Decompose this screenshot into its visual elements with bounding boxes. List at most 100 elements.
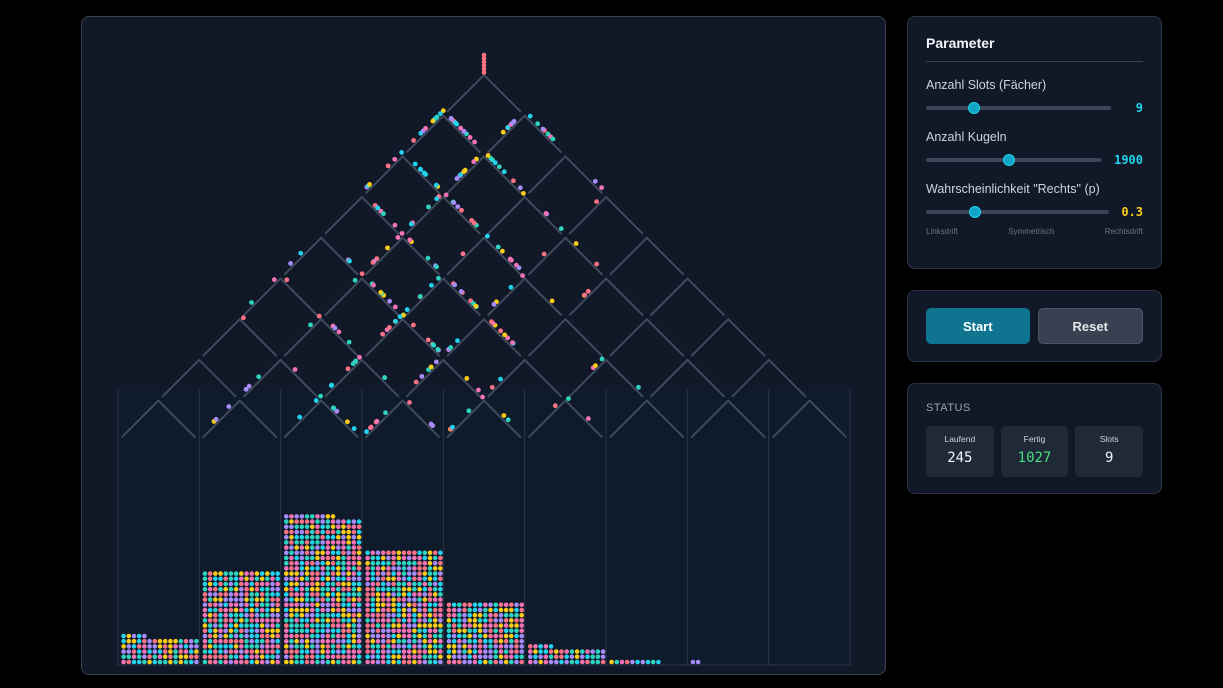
ball	[396, 607, 402, 613]
ball	[417, 628, 422, 634]
ball	[412, 597, 417, 602]
ball	[194, 649, 199, 654]
falling-ball	[433, 182, 439, 188]
ball	[289, 654, 294, 660]
ball	[233, 649, 239, 654]
ball	[249, 628, 255, 634]
ball	[391, 550, 396, 556]
ball	[207, 592, 213, 597]
falling-ball	[371, 282, 376, 288]
ball	[412, 654, 417, 660]
ball	[299, 581, 305, 587]
ball	[422, 607, 428, 613]
ball	[228, 592, 234, 597]
ball	[299, 607, 305, 613]
ball	[624, 659, 630, 665]
falling-ball	[404, 307, 410, 312]
falling-ball	[392, 222, 398, 228]
ball	[202, 592, 208, 597]
falling-ball	[458, 125, 464, 131]
ball	[275, 659, 281, 665]
ball	[283, 540, 289, 545]
ball	[427, 560, 433, 566]
slots-slider-thumb[interactable]	[968, 102, 981, 114]
ball	[330, 566, 336, 571]
ball	[477, 607, 483, 613]
ball	[370, 555, 376, 561]
balls-slider-thumb[interactable]	[1002, 154, 1015, 166]
ball	[386, 581, 391, 587]
start-button[interactable]: Start	[926, 308, 1030, 344]
ball	[451, 628, 457, 634]
reset-button[interactable]: Reset	[1037, 308, 1143, 344]
ball	[239, 576, 244, 582]
ball	[309, 644, 315, 649]
ball	[213, 628, 218, 634]
ball	[438, 607, 443, 613]
falling-ball	[435, 346, 441, 352]
ball	[228, 612, 234, 618]
prob-label: Wahrscheinlichkeit "Rechts" (p)	[926, 182, 1100, 196]
slots-slider[interactable]	[926, 102, 1111, 114]
ball	[335, 649, 341, 654]
ball	[472, 628, 478, 634]
ball	[207, 612, 213, 618]
prob-slider[interactable]	[926, 206, 1110, 218]
ball	[228, 581, 234, 587]
ball	[325, 519, 331, 524]
ball	[213, 581, 218, 587]
ball	[223, 618, 229, 623]
ball	[595, 659, 601, 665]
ball	[126, 649, 132, 654]
ball	[289, 597, 294, 602]
ball	[265, 571, 270, 576]
ball	[396, 566, 402, 571]
prob-slider-thumb[interactable]	[969, 206, 982, 218]
ball	[365, 607, 370, 613]
ball	[365, 644, 370, 649]
ball	[427, 592, 433, 597]
ball	[401, 618, 407, 623]
falling-ball	[408, 221, 414, 227]
falling-ball	[500, 129, 506, 135]
ball	[391, 581, 396, 587]
ball	[299, 514, 305, 519]
balls-slider[interactable]	[926, 154, 1103, 166]
ball	[427, 586, 433, 592]
ball	[283, 592, 289, 597]
ball	[330, 519, 336, 524]
ball	[432, 550, 438, 556]
falling-ball	[332, 325, 338, 331]
ball	[380, 638, 386, 644]
ball	[438, 581, 443, 587]
ball	[325, 534, 331, 540]
ball	[356, 618, 362, 623]
ball	[283, 581, 289, 587]
ball	[207, 607, 213, 613]
ball	[335, 550, 341, 556]
ball	[325, 602, 331, 608]
ball	[380, 654, 386, 660]
ball	[304, 529, 310, 535]
ball	[299, 545, 305, 550]
peg	[283, 317, 359, 357]
ball	[391, 597, 396, 602]
ball	[483, 602, 488, 608]
ball	[365, 560, 370, 566]
ball	[335, 623, 341, 628]
ball	[370, 649, 376, 654]
ball	[432, 571, 438, 576]
ball	[417, 586, 422, 592]
ball	[391, 628, 396, 634]
ball	[438, 586, 443, 592]
ball	[467, 644, 473, 649]
ball	[265, 654, 270, 660]
ball	[417, 623, 422, 628]
ball	[422, 638, 428, 644]
ball	[228, 659, 234, 665]
ball	[213, 592, 218, 597]
ball	[380, 560, 386, 566]
ball	[320, 602, 325, 608]
ball	[275, 571, 281, 576]
falling-ball	[411, 137, 417, 143]
